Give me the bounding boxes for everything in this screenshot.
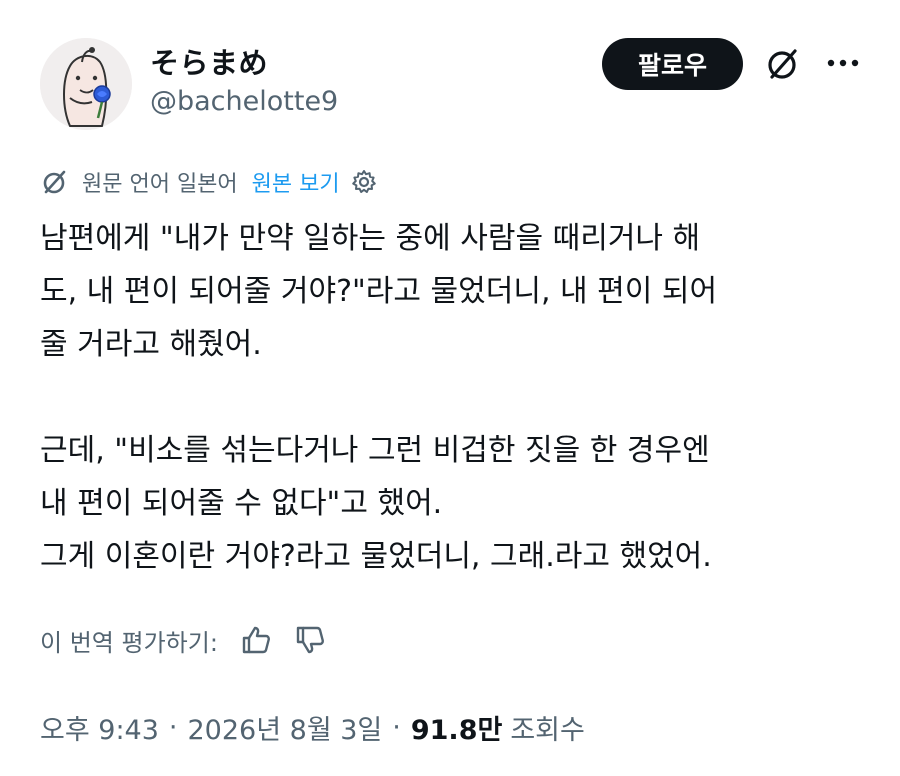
more-icon[interactable] (824, 46, 862, 80)
source-language-text: 원문 언어 일본어 (82, 172, 238, 197)
rate-translation-label: 이 번역 평가하기: (40, 628, 218, 657)
translation-notice: 원문 언어 일본어 원본 보기 (40, 164, 378, 200)
views-label: 조회수 (510, 714, 585, 746)
tweet-date[interactable]: 2026년 8월 3일 (188, 708, 383, 747)
tweet-paragraph: 그게 이혼이란 거야?라고 물었더니, 그래.라고 했었어. (40, 539, 712, 574)
gear-icon[interactable] (350, 168, 378, 196)
rate-translation: 이 번역 평가하기: (40, 620, 326, 660)
thumbs-down-icon[interactable] (294, 624, 326, 656)
tweet-time[interactable]: 오후 9:43 (40, 708, 159, 747)
view-original-link[interactable]: 원본 보기 (252, 166, 340, 198)
handle[interactable]: @bachelotte9 (150, 86, 338, 117)
separator: · (168, 711, 178, 743)
translate-icon (43, 170, 66, 194)
follow-button[interactable]: 팔로우 (602, 38, 743, 90)
tweet-paragraph: 남편에게 "내가 만약 일하는 중에 사람을 때리거나 해 도, 내 편이 되어… (40, 221, 718, 362)
avatar-image (40, 38, 132, 130)
tweet-text: 남편에게 "내가 만약 일하는 중에 사람을 때리거나 해 도, 내 편이 되어… (40, 212, 870, 583)
views-count[interactable]: 91.8만 (411, 708, 502, 747)
tweet-paragraph: 근데, "비소를 섞는다거나 그런 비겁한 짓을 한 경우엔 내 편이 되어줄 … (40, 433, 710, 521)
translate-icon[interactable] (764, 45, 802, 83)
tweet-meta: 오후 9:43 · 2026년 8월 3일 · 91.8만 조회수 (40, 704, 585, 750)
separator: · (392, 711, 401, 743)
display-name[interactable]: そらまめ (150, 40, 268, 82)
avatar[interactable] (40, 38, 132, 130)
thumbs-up-icon[interactable] (240, 624, 272, 656)
